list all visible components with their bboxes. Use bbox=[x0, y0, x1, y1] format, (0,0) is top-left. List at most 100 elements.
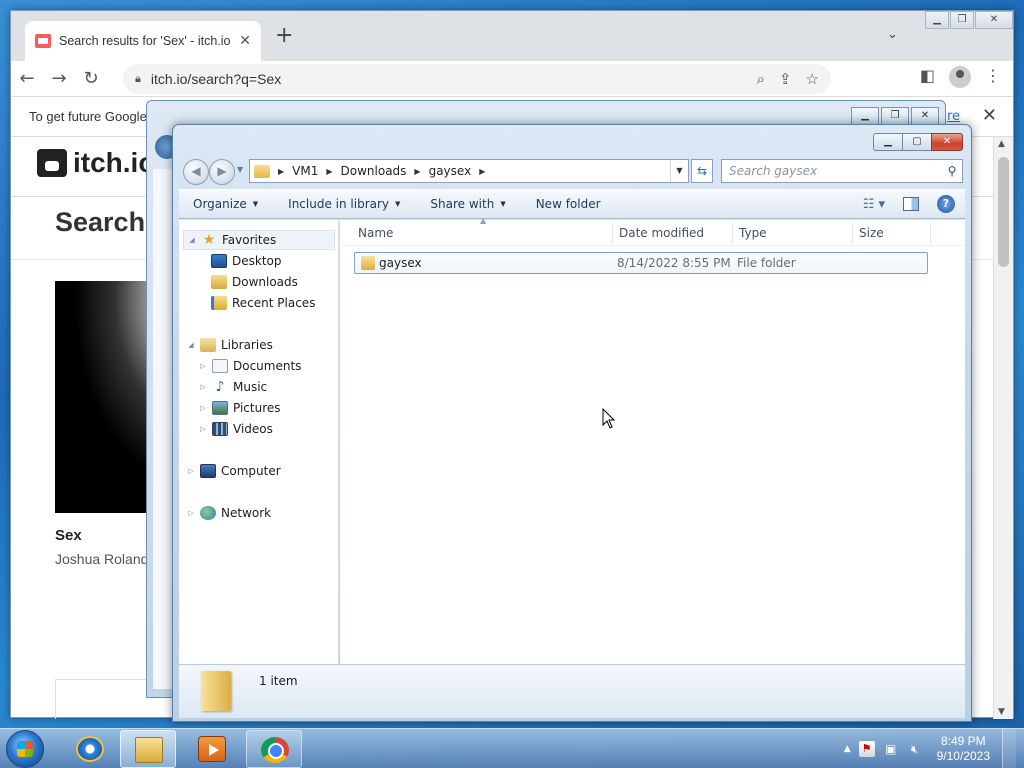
bookmark-star-icon[interactable]: ☆ bbox=[806, 70, 819, 88]
itch-logo[interactable]: itch.io bbox=[37, 147, 155, 179]
clock[interactable]: 8:49 PM 9/10/2023 bbox=[937, 734, 990, 764]
nav-computer[interactable]: ▷ Computer bbox=[187, 464, 281, 478]
browser-tab[interactable]: Search results for 'Sex' - itch.io ✕ bbox=[25, 21, 261, 61]
change-view-icon[interactable]: ☷ ▾ bbox=[863, 197, 885, 212]
expand-icon[interactable]: ▷ bbox=[187, 509, 195, 517]
nav-music[interactable]: ▷ ♪ Music bbox=[199, 380, 267, 394]
collapse-icon[interactable]: ◢ bbox=[188, 236, 196, 244]
column-divider[interactable] bbox=[732, 223, 733, 243]
back-arrow-icon[interactable]: ← bbox=[11, 68, 43, 89]
nav-pictures[interactable]: ▷ Pictures bbox=[199, 401, 281, 415]
profile-avatar[interactable] bbox=[949, 66, 971, 88]
breadcrumb-separator-icon[interactable]: ▶ bbox=[414, 167, 420, 176]
nav-documents[interactable]: ▷ Documents bbox=[199, 359, 301, 373]
file-list[interactable]: ▲ Name Date modified Type Size gaysex 8/… bbox=[340, 216, 965, 664]
search-input[interactable]: Search gaysex ⚲ bbox=[721, 159, 963, 183]
column-type[interactable]: Type bbox=[739, 226, 767, 240]
expand-icon[interactable]: ▷ bbox=[199, 383, 207, 391]
address-bar[interactable]: 🔒︎ itch.io/search?q=Sex ⌕ ⇪ ☆ bbox=[123, 64, 831, 94]
show-desktop-button[interactable] bbox=[1002, 729, 1016, 768]
nav-videos[interactable]: ▷ Videos bbox=[199, 422, 273, 436]
start-button[interactable] bbox=[6, 730, 44, 768]
share-icon[interactable]: ⇪ bbox=[779, 70, 792, 88]
taskbar-windows-explorer[interactable] bbox=[120, 730, 176, 768]
column-date-modified[interactable]: Date modified bbox=[619, 226, 704, 240]
command-bar-right: ☷ ▾ ? bbox=[863, 195, 955, 213]
scroll-up-icon[interactable]: ▲ bbox=[998, 139, 1005, 149]
restore-icon[interactable]: ❐ bbox=[950, 11, 974, 29]
new-tab-icon[interactable]: + bbox=[275, 25, 293, 47]
volume-muted-icon[interactable]: 🔇︎ bbox=[907, 741, 923, 757]
nav-downloads-label: Downloads bbox=[232, 275, 298, 289]
breadcrumb-separator-icon[interactable]: ▶ bbox=[326, 167, 332, 176]
new-folder-button[interactable]: New folder bbox=[536, 197, 601, 211]
address-bar[interactable]: ▶ VM1 ▶ Downloads ▶ gaysex ▶ ▼ bbox=[249, 159, 689, 183]
downloads-folder-icon bbox=[211, 275, 227, 289]
reload-icon[interactable]: ↻ bbox=[75, 68, 107, 89]
nav-recent-places[interactable]: Recent Places bbox=[211, 296, 315, 310]
nav-favorites[interactable]: ◢ ★ Favorites bbox=[183, 230, 335, 250]
restore-icon[interactable]: ❐ bbox=[881, 107, 909, 125]
minimize-icon[interactable]: ▁ bbox=[851, 107, 879, 125]
tab-close-icon[interactable]: ✕ bbox=[239, 33, 251, 49]
column-size[interactable]: Size bbox=[859, 226, 884, 240]
breadcrumb-vm1[interactable]: VM1 bbox=[292, 164, 318, 178]
refresh-icon[interactable]: ⇆ bbox=[691, 159, 713, 183]
back-arrow-icon[interactable]: ◀ bbox=[183, 159, 209, 185]
new-folder-label: New folder bbox=[535, 197, 601, 211]
nav-downloads[interactable]: Downloads bbox=[211, 275, 298, 289]
show-hidden-icons-icon[interactable]: ▲ bbox=[844, 744, 851, 754]
maximize-icon[interactable]: ▢ bbox=[902, 133, 932, 151]
menu-kebab-icon[interactable]: ⋮ bbox=[985, 66, 1001, 88]
file-row[interactable]: gaysex 8/14/2022 8:55 PM File folder bbox=[354, 252, 928, 274]
minimize-icon[interactable]: ▁ bbox=[925, 11, 949, 29]
side-panel-icon[interactable]: ◧ bbox=[920, 66, 935, 88]
page-scrollbar[interactable]: ▲ ▼ bbox=[993, 137, 1013, 719]
infobar-close-icon[interactable]: ✕ bbox=[982, 105, 997, 126]
close-icon[interactable]: ✕ bbox=[911, 107, 939, 125]
breadcrumb-separator-icon[interactable]: ▶ bbox=[479, 167, 485, 176]
forward-arrow-icon[interactable]: ▶ bbox=[209, 159, 235, 185]
game-author[interactable]: Joshua Roland bbox=[55, 551, 148, 567]
close-icon[interactable]: ✕ bbox=[931, 133, 963, 151]
scroll-thumb[interactable] bbox=[998, 157, 1009, 267]
nav-libraries[interactable]: ◢ Libraries bbox=[187, 338, 273, 352]
toolbar-right: ◧ ⋮ bbox=[920, 66, 1001, 88]
search-icon[interactable]: ⚲ bbox=[942, 164, 962, 178]
nav-network[interactable]: ▷ Network bbox=[187, 506, 271, 520]
expand-icon[interactable]: ▷ bbox=[199, 404, 207, 412]
action-center-flag-icon[interactable]: ⚑ bbox=[858, 741, 875, 757]
minimize-icon[interactable]: ▁ bbox=[873, 133, 903, 151]
help-icon[interactable]: ? bbox=[937, 195, 955, 213]
breadcrumb-gaysex[interactable]: gaysex bbox=[429, 164, 472, 178]
expand-icon[interactable]: ▷ bbox=[199, 362, 207, 370]
breadcrumb-downloads[interactable]: Downloads bbox=[341, 164, 407, 178]
column-divider[interactable] bbox=[612, 223, 613, 243]
scroll-down-icon[interactable]: ▼ bbox=[998, 707, 1005, 717]
game-title[interactable]: Sex bbox=[55, 527, 82, 544]
forward-arrow-icon[interactable]: → bbox=[43, 68, 75, 89]
collapse-icon[interactable]: ◢ bbox=[187, 341, 195, 349]
zoom-icon[interactable]: ⌕ bbox=[757, 70, 765, 88]
organize-button[interactable]: Organize ▼ bbox=[193, 197, 258, 211]
column-divider[interactable] bbox=[930, 223, 931, 243]
breadcrumb-separator-icon[interactable]: ▶ bbox=[278, 167, 284, 176]
recent-places-icon bbox=[211, 296, 227, 310]
close-icon[interactable]: ✕ bbox=[975, 11, 1013, 29]
share-with-button[interactable]: Share with ▼ bbox=[430, 197, 505, 211]
expand-icon[interactable]: ▷ bbox=[187, 467, 195, 475]
tab-search-chevron-icon[interactable]: ⌄ bbox=[887, 27, 898, 42]
network-status-icon[interactable]: ▣ bbox=[883, 741, 899, 757]
taskbar-chrome[interactable] bbox=[246, 730, 302, 768]
recent-pages-chevron-icon[interactable]: ▼ bbox=[237, 165, 243, 174]
taskbar-media-player[interactable] bbox=[184, 730, 240, 768]
taskbar-internet-explorer[interactable] bbox=[62, 730, 118, 768]
include-in-library-button[interactable]: Include in library ▼ bbox=[288, 197, 400, 211]
address-dropdown-icon[interactable]: ▼ bbox=[670, 160, 688, 182]
column-name[interactable]: Name bbox=[358, 226, 393, 240]
column-divider[interactable] bbox=[852, 223, 853, 243]
nav-desktop[interactable]: Desktop bbox=[211, 254, 282, 268]
infobar-link[interactable]: re bbox=[947, 109, 960, 124]
expand-icon[interactable]: ▷ bbox=[199, 425, 207, 433]
preview-pane-icon[interactable] bbox=[903, 197, 919, 211]
